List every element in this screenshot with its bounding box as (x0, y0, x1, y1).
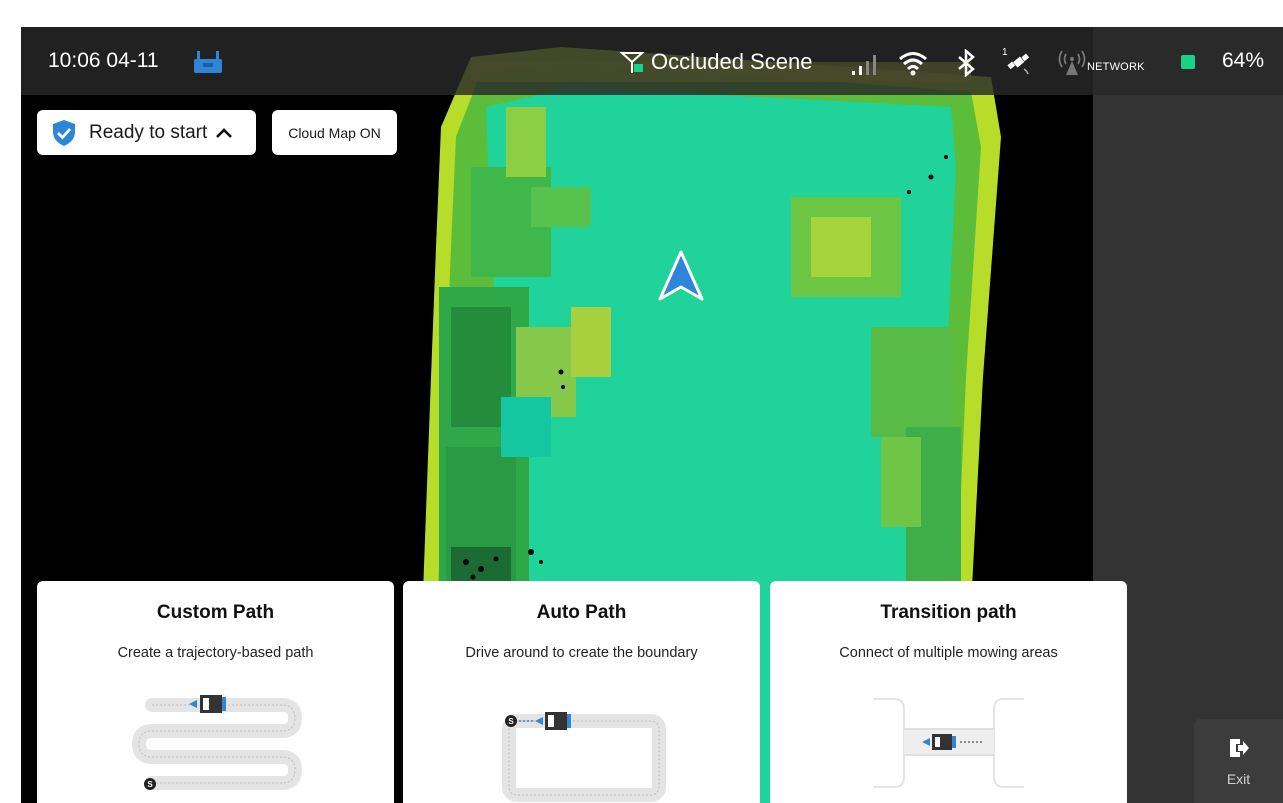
start-marker: S (508, 717, 514, 726)
auto-path-card[interactable]: Auto Path Drive around to create the bou… (403, 581, 760, 803)
scene-label: Occluded Scene (651, 49, 813, 74)
app-screen: 10:06 04-11 Occluded Scene 1 NETWORK 64%… (21, 27, 1283, 803)
custom-path-illustration: S (131, 695, 303, 790)
remote-controller-icon (194, 51, 222, 73)
bluetooth-icon (958, 49, 975, 77)
wifi-icon (899, 52, 927, 76)
transition-path-illustration (874, 698, 1024, 788)
chevron-up-icon (216, 127, 233, 138)
card-description: Create a trajectory-based path (117, 645, 314, 661)
network-icon (1058, 50, 1086, 75)
exit-button[interactable]: Exit (1194, 719, 1283, 803)
ready-status-label: Ready to start (89, 121, 208, 143)
card-title: Custom Path (156, 602, 275, 623)
occluded-scene-icon (619, 52, 645, 73)
cloud-map-label: Cloud Map ON (288, 124, 381, 141)
auto-path-illustration: S (502, 712, 666, 802)
status-bar: 10:06 04-11 Occluded Scene 1 NETWORK 64% (21, 27, 1283, 95)
network-label: NETWORK (1087, 61, 1145, 73)
card-title: Transition path (880, 602, 1017, 623)
signal-icon (852, 55, 876, 75)
battery-percent: 64% (1222, 49, 1265, 72)
battery-indicator (1181, 55, 1195, 69)
start-marker: S (147, 780, 153, 789)
shield-check-icon (53, 119, 75, 146)
satellite-icon (1007, 53, 1030, 75)
exit-label: Exit (1226, 771, 1251, 787)
card-description: Drive around to create the boundary (465, 645, 698, 661)
exit-icon (1230, 739, 1249, 757)
card-description: Connect of multiple mowing areas (839, 645, 1058, 661)
scene-indicator: Occluded Scene (619, 47, 812, 77)
clock: 10:06 04-11 (48, 49, 159, 72)
transition-path-card[interactable]: Transition path Connect of multiple mowi… (770, 581, 1127, 803)
custom-path-card[interactable]: Custom Path Create a trajectory-based pa… (37, 581, 394, 803)
ready-status-button[interactable]: Ready to start (37, 110, 256, 155)
card-title: Auto Path (536, 602, 627, 623)
cloud-map-toggle[interactable]: Cloud Map ON (272, 110, 397, 155)
